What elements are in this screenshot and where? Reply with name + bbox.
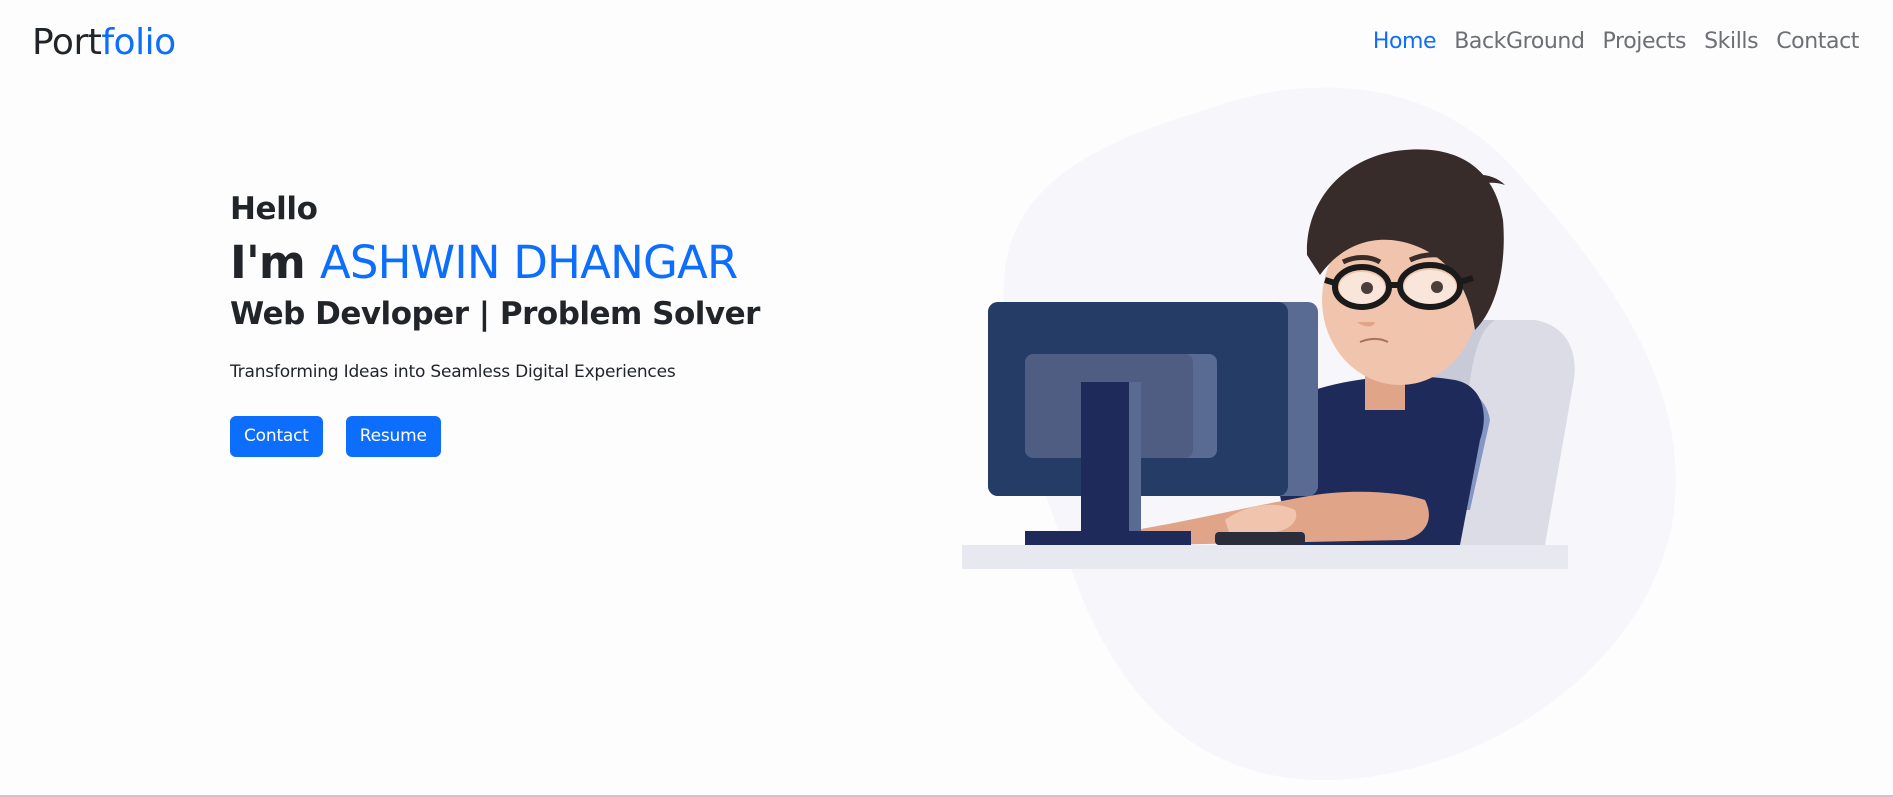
page: Portfolio Home BackGround Projects Skill…	[0, 0, 1893, 797]
hero-role: Web Devloper | Problem Solver	[230, 296, 760, 332]
hero-intro: I'm	[230, 236, 306, 289]
nav-item-home[interactable]: Home	[1373, 24, 1437, 60]
developer-at-computer-icon	[962, 87, 1676, 781]
navbar: Portfolio Home BackGround Projects Skill…	[0, 0, 1893, 88]
nav-links: Home BackGround Projects Skills Contact	[1373, 24, 1860, 60]
hero-section: Hello I'm ASHWIN DHANGAR Web Devloper | …	[230, 186, 790, 457]
contact-button[interactable]: Contact	[230, 416, 323, 457]
nav-item-projects[interactable]: Projects	[1603, 24, 1687, 60]
developer-illustration	[955, 80, 1685, 781]
nav-item-skills[interactable]: Skills	[1704, 24, 1759, 60]
resume-button[interactable]: Resume	[345, 416, 441, 457]
nav-item-background[interactable]: BackGround	[1454, 24, 1585, 60]
hero-name: ASHWIN DHANGAR	[319, 236, 738, 289]
hero-greeting: Hello	[230, 191, 318, 227]
hero-buttons: Contact Resume	[230, 416, 790, 457]
brand-logo[interactable]: Portfolio	[32, 21, 176, 65]
hero-tagline: Transforming Ideas into Seamless Digital…	[230, 362, 676, 382]
brand-suffix: folio	[101, 22, 176, 63]
hero-name-line: I'm ASHWIN DHANGAR	[230, 232, 790, 294]
brand-prefix: Port	[32, 22, 102, 63]
nav-item-contact[interactable]: Contact	[1776, 24, 1859, 60]
